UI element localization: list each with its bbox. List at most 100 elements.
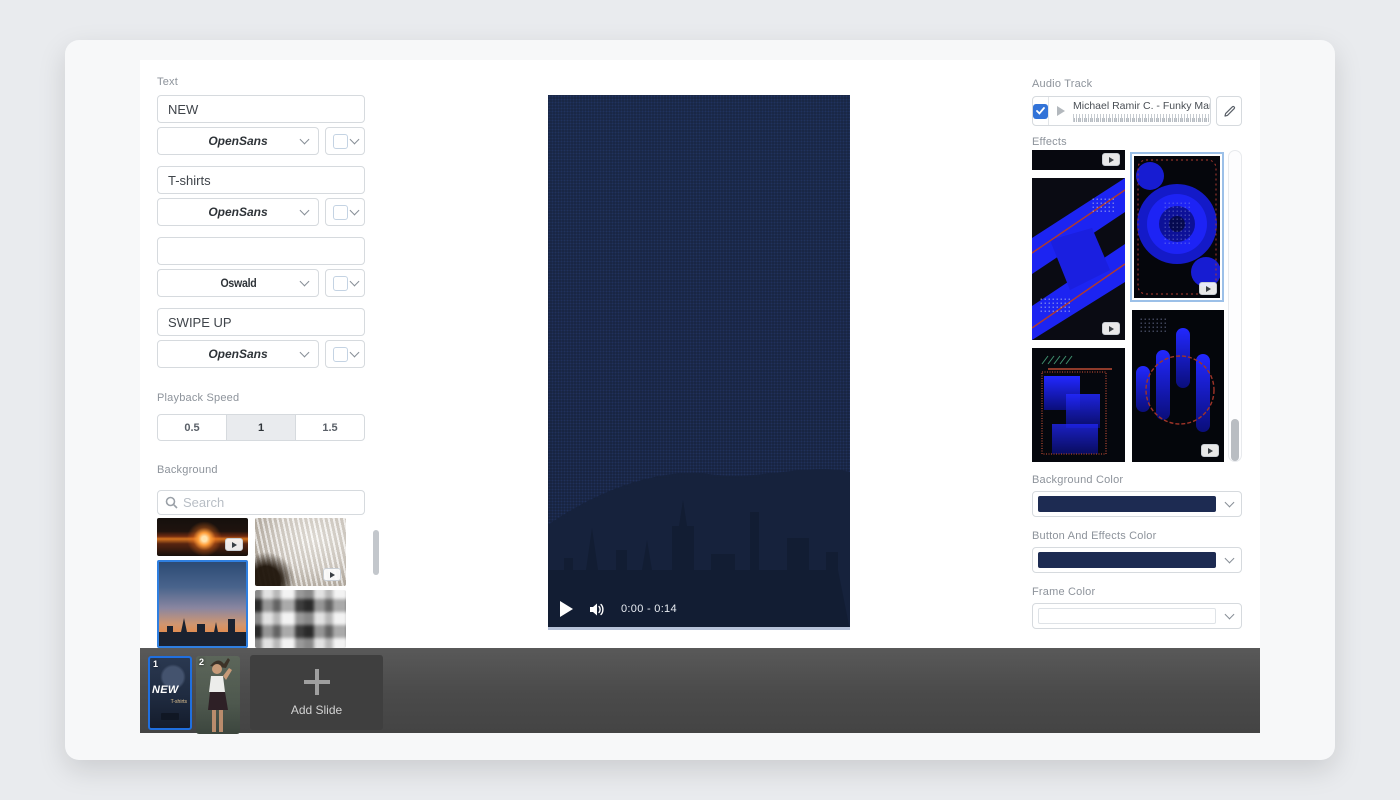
effect-thumbnail-bars[interactable] — [1132, 310, 1224, 462]
editor-card: Text OpenSans OpenSans — [65, 40, 1335, 760]
video-progress-bar[interactable] — [548, 627, 850, 630]
audio-waveform — [1073, 114, 1211, 122]
chevron-down-icon — [349, 347, 359, 357]
effect-blocks-graphic — [1032, 348, 1125, 462]
video-preview[interactable]: 0:00 - 0:14 — [548, 95, 850, 630]
chevron-down-icon — [300, 276, 310, 286]
search-icon — [165, 496, 178, 509]
effects-scrollbar — [1228, 150, 1242, 462]
font-name: OpenSans — [208, 347, 267, 361]
chevron-down-icon — [300, 205, 310, 215]
text-field-4[interactable] — [157, 308, 365, 336]
chevron-down-icon — [1225, 553, 1235, 563]
effect-thumbnail-circles-selected[interactable] — [1130, 152, 1224, 302]
plus-icon — [304, 669, 330, 695]
color-swatch — [333, 205, 348, 220]
font-select-1[interactable]: OpenSans — [157, 127, 319, 155]
text-field-1[interactable] — [157, 95, 365, 123]
slides-bar: 1 NEW T-shirts 2 Add Slide — [140, 648, 1260, 733]
chevron-down-icon — [349, 276, 359, 286]
play-badge-icon — [1201, 444, 1219, 457]
font-name: OpenSans — [208, 134, 267, 148]
chevron-down-icon — [300, 134, 310, 144]
effect-thumbnail-blocks[interactable] — [1032, 348, 1125, 462]
font-name: OpenSans — [208, 205, 267, 219]
font-select-3[interactable]: Oswald — [157, 269, 319, 297]
button-effects-color-label: Button And Effects Color — [1032, 530, 1156, 542]
chevron-down-icon — [1225, 609, 1235, 619]
chevron-down-icon — [300, 347, 310, 357]
audio-track-box: Michael Ramir C. - Funky Martian — [1032, 96, 1211, 126]
editor-content: Text OpenSans OpenSans — [140, 60, 1260, 648]
speed-option-15[interactable]: 1.5 — [296, 415, 364, 440]
play-badge-icon — [1199, 282, 1217, 295]
effect-bars-graphic — [1132, 310, 1224, 462]
audio-track-info: Michael Ramir C. - Funky Martian — [1073, 100, 1211, 122]
audio-track-label: Audio Track — [1032, 78, 1092, 90]
background-color-select[interactable] — [1032, 491, 1242, 517]
background-search[interactable] — [157, 490, 365, 515]
speed-option-05[interactable]: 0.5 — [158, 415, 226, 440]
frame-color-swatch — [1038, 608, 1216, 624]
audio-track-row: Michael Ramir C. - Funky Martian — [1032, 96, 1242, 126]
background-image-tiles[interactable] — [255, 590, 346, 648]
frame-color-select[interactable] — [1032, 603, 1242, 629]
check-icon — [1036, 107, 1045, 115]
button-effects-color-swatch — [1038, 552, 1216, 568]
text-field-3[interactable] — [157, 237, 365, 265]
volume-icon[interactable] — [589, 602, 605, 617]
background-search-input[interactable] — [183, 495, 357, 510]
effects-label: Effects — [1032, 136, 1067, 148]
play-badge-icon — [1102, 322, 1120, 335]
frame-color-label: Frame Color — [1032, 586, 1095, 598]
effects-list — [1032, 150, 1242, 462]
audio-play-icon[interactable] — [1057, 106, 1065, 116]
left-panel: Text OpenSans OpenSans — [157, 60, 365, 648]
add-slide-button[interactable]: Add Slide — [250, 655, 383, 730]
text-color-picker-2[interactable] — [325, 198, 365, 226]
slide-number: 2 — [199, 657, 204, 667]
video-controls: 0:00 - 0:14 — [548, 591, 850, 627]
speed-option-1-selected[interactable]: 1 — [226, 415, 296, 440]
effect-thumbnail-partial[interactable] — [1032, 150, 1125, 170]
add-slide-label: Add Slide — [291, 703, 342, 717]
background-scrollbar-thumb[interactable] — [373, 530, 379, 575]
effect-thumbnail-diagonals[interactable] — [1032, 178, 1125, 340]
play-icon[interactable] — [560, 601, 573, 617]
slide-model-graphic — [196, 656, 240, 734]
slide-thumbnail-2[interactable]: 2 — [196, 656, 240, 734]
audio-edit-button[interactable] — [1216, 96, 1242, 126]
color-swatch — [333, 134, 348, 149]
play-badge-icon — [225, 538, 243, 551]
chevron-down-icon — [1225, 497, 1235, 507]
text-color-picker-3[interactable] — [325, 269, 365, 297]
color-swatch — [333, 276, 348, 291]
pencil-icon — [1223, 105, 1236, 118]
playback-speed-group: 0.5 1 1.5 — [157, 414, 365, 441]
right-panel: Audio Track Michael Ramir C. - Funky Mar… — [1032, 60, 1242, 648]
effect-diagonals-graphic — [1032, 178, 1125, 340]
background-video-sunset-street[interactable] — [157, 518, 248, 556]
background-color-label: Background Color — [1032, 474, 1123, 486]
effect-circles-graphic — [1132, 154, 1222, 300]
tiles-graphic — [255, 590, 346, 648]
background-section-label: Background — [157, 464, 218, 476]
chevron-down-icon — [349, 134, 359, 144]
text-color-picker-1[interactable] — [325, 127, 365, 155]
background-image-city-sunset-selected[interactable] — [157, 560, 248, 648]
effects-scrollbar-thumb[interactable] — [1231, 419, 1239, 461]
font-name: Oswald — [220, 276, 256, 290]
text-color-picker-4[interactable] — [325, 340, 365, 368]
chevron-down-icon — [349, 205, 359, 215]
audio-enabled-checkbox[interactable] — [1033, 97, 1049, 125]
slide-number: 1 — [153, 659, 158, 669]
background-video-fur[interactable] — [255, 518, 346, 586]
slide-thumbnail-1-selected[interactable]: 1 NEW T-shirts — [148, 656, 192, 730]
color-swatch — [333, 347, 348, 362]
text-field-2[interactable] — [157, 166, 365, 194]
font-select-2[interactable]: OpenSans — [157, 198, 319, 226]
button-effects-color-select[interactable] — [1032, 547, 1242, 573]
city-skyline-graphic — [159, 612, 246, 646]
font-select-4[interactable]: OpenSans — [157, 340, 319, 368]
video-time: 0:00 - 0:14 — [621, 603, 677, 615]
